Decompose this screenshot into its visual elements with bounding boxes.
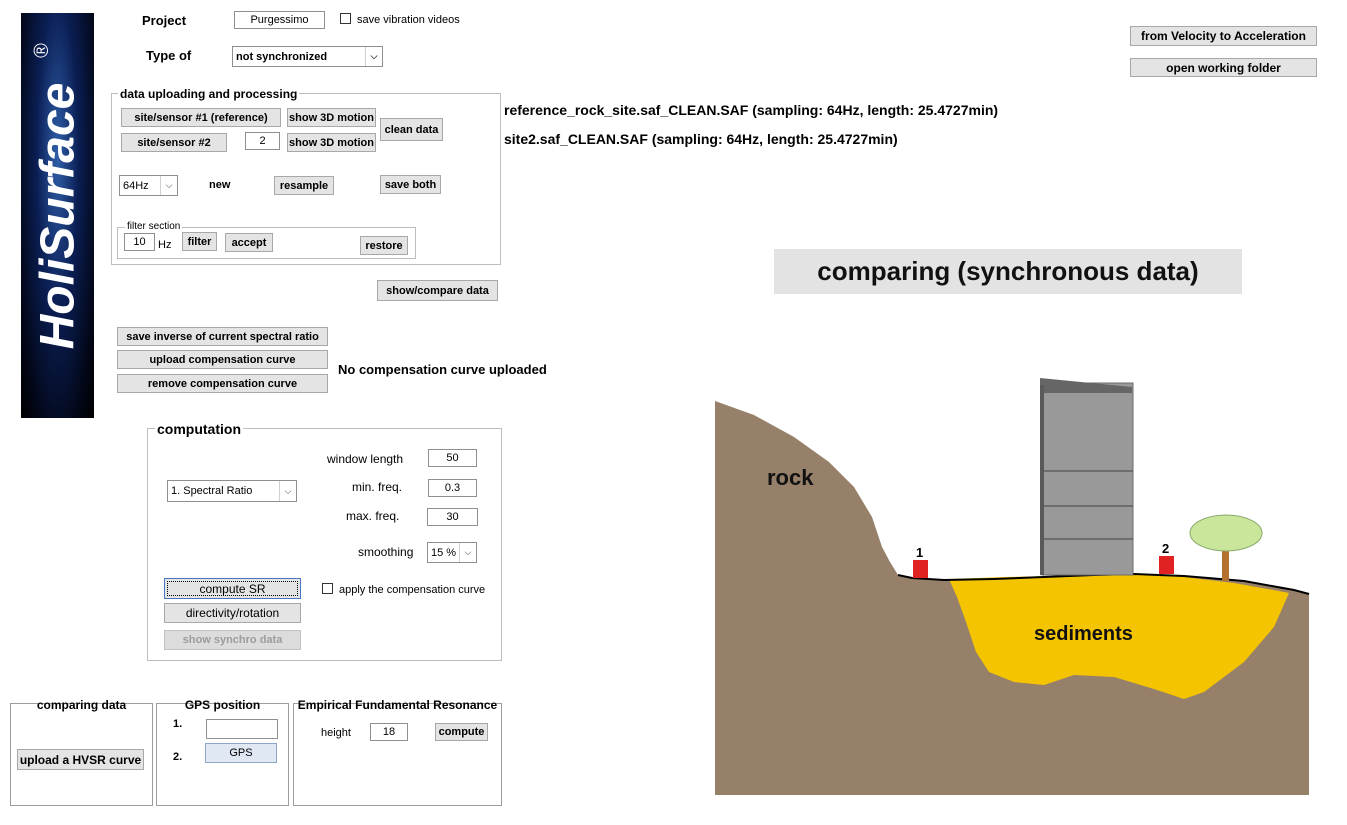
compensation-status: No compensation curve uploaded — [338, 362, 547, 377]
show-compare-data-button[interactable]: show/compare data — [377, 280, 498, 301]
sensor-number-field[interactable]: 2 — [245, 132, 280, 150]
height-label: height — [321, 727, 351, 739]
sensor-2-label: 2 — [1162, 541, 1169, 556]
registered-mark: ® — [30, 43, 53, 58]
show-3d-motion-2-button[interactable]: show 3D motion — [287, 133, 376, 152]
comparing-data-title: comparing data — [36, 698, 127, 712]
project-name-field[interactable]: Purgessimo — [234, 11, 325, 29]
apply-compensation-label: apply the compensation curve — [339, 584, 486, 596]
height-field[interactable]: 18 — [370, 723, 408, 741]
max-freq-label: max. freq. — [346, 509, 400, 523]
window-length-field[interactable]: 50 — [428, 449, 477, 467]
upload-compensation-button[interactable]: upload compensation curve — [117, 350, 328, 369]
gps-field-1[interactable] — [206, 719, 278, 739]
building — [1040, 378, 1134, 576]
sampling-selected: 64Hz — [123, 179, 149, 192]
chevron-down-icon: ⌵ — [160, 176, 177, 195]
filter-section-title: filter section — [125, 221, 183, 232]
holisurface-logo: HoliSurface ® — [21, 13, 94, 418]
save-inverse-ratio-button[interactable]: save inverse of current spectral ratio — [117, 327, 328, 346]
remove-compensation-button[interactable]: remove compensation curve — [117, 374, 328, 393]
chevron-down-icon: ⌵ — [459, 543, 476, 562]
site-illustration: 1 2 rock sediments — [714, 377, 1311, 797]
clean-data-button[interactable]: clean data — [380, 118, 443, 141]
gps-title: GPS position — [184, 698, 261, 712]
sensor-1-marker — [913, 560, 928, 578]
compute-sr-button[interactable]: compute SR — [164, 578, 301, 599]
computation-title: computation — [155, 421, 243, 437]
sensor-1-label: 1 — [916, 545, 923, 560]
save-both-button[interactable]: save both — [380, 175, 441, 194]
method-selected: 1. Spectral Ratio — [171, 485, 253, 497]
type-of-selected: not synchronized — [236, 50, 328, 63]
filter-unit-label: Hz — [158, 239, 172, 251]
type-of-select[interactable]: not synchronized ⌵ — [232, 46, 383, 67]
sensor2-button[interactable]: site/sensor #2 — [121, 133, 227, 152]
accept-button[interactable]: accept — [225, 233, 273, 252]
chevron-down-icon: ⌵ — [365, 47, 382, 66]
sampling-select[interactable]: 64Hz ⌵ — [119, 175, 178, 196]
filter-value-field[interactable]: 10 — [124, 233, 155, 251]
window-length-label: window length — [327, 452, 404, 466]
show-3d-motion-1-button[interactable]: show 3D motion — [287, 108, 376, 127]
filter-button[interactable]: filter — [182, 232, 217, 251]
sensor1-button[interactable]: site/sensor #1 (reference) — [121, 108, 281, 127]
project-label: Project — [142, 13, 187, 28]
logo-text: HoliSurface — [31, 82, 84, 349]
type-of-label: Type of — [146, 48, 192, 63]
file2-info: site2.saf_CLEAN.SAF (sampling: 64Hz, len… — [504, 131, 898, 147]
velocity-to-acceleration-button[interactable]: from Velocity to Acceleration — [1130, 26, 1317, 46]
restore-button[interactable]: restore — [360, 236, 408, 255]
method-select[interactable]: 1. Spectral Ratio ⌵ — [167, 480, 297, 502]
min-freq-label: min. freq. — [352, 480, 403, 494]
efr-panel: Empirical Fundamental Resonance — [293, 698, 502, 806]
chevron-down-icon: ⌵ — [279, 481, 296, 501]
tree — [1189, 514, 1263, 581]
rock-label: rock — [767, 465, 814, 490]
smoothing-selected: 15 % — [431, 546, 457, 559]
efr-title: Empirical Fundamental Resonance — [297, 698, 498, 712]
data-upload-group-title: data uploading and processing — [118, 87, 300, 101]
smoothing-select[interactable]: 15 % ⌵ — [427, 542, 477, 563]
new-label: new — [209, 179, 231, 191]
directivity-rotation-button[interactable]: directivity/rotation — [164, 603, 301, 623]
gps-row2-label: 2. — [173, 751, 183, 763]
geology-diagram: 1 2 rock sediments — [715, 378, 1310, 795]
resample-button[interactable]: resample — [274, 176, 334, 195]
upload-hvsr-button[interactable]: upload a HVSR curve — [17, 749, 144, 770]
max-freq-field[interactable]: 30 — [427, 508, 478, 526]
min-freq-field[interactable]: 0.3 — [428, 479, 477, 497]
open-working-folder-button[interactable]: open working folder — [1130, 58, 1317, 77]
efr-compute-button[interactable]: compute — [435, 723, 488, 741]
file1-info: reference_rock_site.saf_CLEAN.SAF (sampl… — [504, 102, 999, 118]
mode-banner: comparing (synchronous data) — [774, 249, 1242, 294]
mode-banner-text: comparing (synchronous data) — [817, 256, 1199, 286]
gps-button[interactable]: GPS — [205, 743, 277, 763]
gps-row1-label: 1. — [173, 718, 183, 730]
sediments-label: sediments — [1034, 623, 1133, 645]
save-videos-label: save vibration videos — [357, 14, 460, 26]
apply-compensation-checkbox[interactable] — [322, 583, 333, 594]
save-videos-checkbox[interactable] — [340, 13, 351, 24]
show-synchro-data-button[interactable]: show synchro data — [164, 630, 301, 650]
smoothing-label: smoothing — [358, 545, 414, 559]
sensor-2-marker — [1159, 556, 1174, 574]
